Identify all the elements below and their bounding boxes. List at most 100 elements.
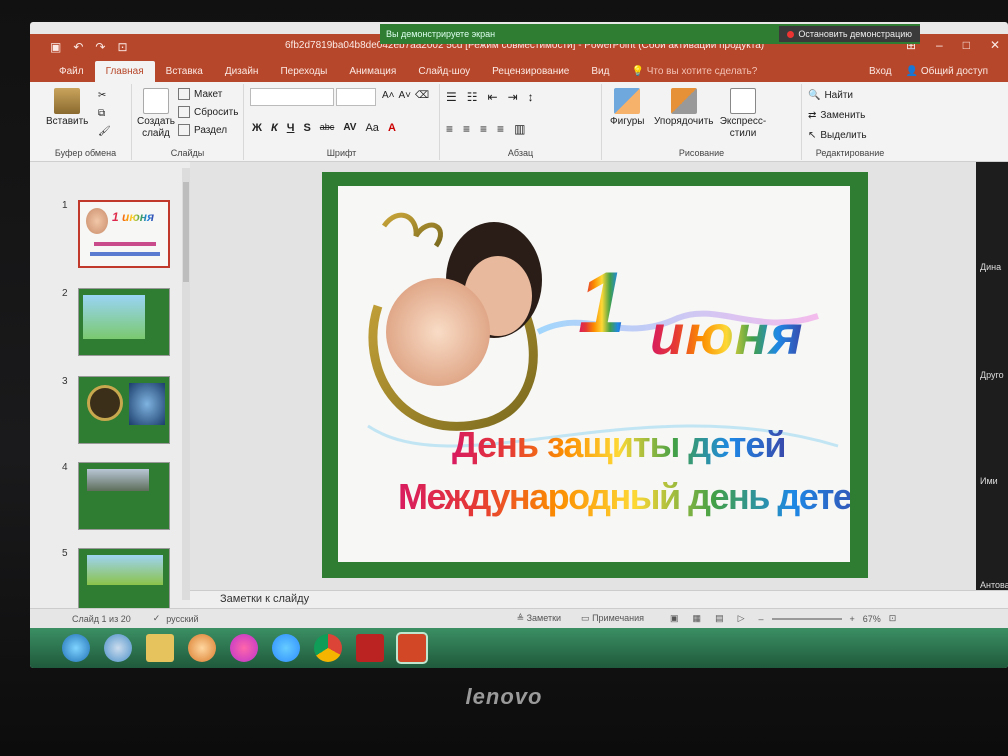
bullets-icon[interactable]: ☰ bbox=[446, 90, 457, 104]
layout-button[interactable]: Макет bbox=[178, 88, 222, 100]
shapes-button[interactable]: Фигуры bbox=[610, 88, 644, 128]
powerpoint-icon[interactable] bbox=[396, 632, 428, 664]
notes-pane[interactable]: Заметки к слайду bbox=[190, 590, 1008, 608]
increase-indent-icon[interactable]: ⇥ bbox=[508, 90, 518, 104]
participant-label[interactable]: Антова bbox=[980, 580, 1008, 590]
reset-button[interactable]: Сбросить bbox=[178, 106, 238, 118]
change-case-button[interactable]: Aa bbox=[365, 122, 378, 134]
numbering-icon[interactable]: ☷ bbox=[467, 90, 478, 104]
thumbnails-scrollbar[interactable] bbox=[182, 168, 190, 600]
tab-animations[interactable]: Анимация bbox=[338, 66, 407, 82]
tab-home[interactable]: Главная bbox=[94, 61, 155, 82]
current-slide[interactable]: 1 июня День защиты детей Международный д… bbox=[322, 172, 868, 578]
normal-view-icon[interactable]: ▣ bbox=[670, 613, 679, 624]
arrange-button[interactable]: Упорядочить bbox=[654, 88, 714, 128]
decrease-indent-icon[interactable]: ⇤ bbox=[488, 90, 498, 104]
zoom-in-icon[interactable]: + bbox=[850, 614, 855, 624]
copy-button[interactable]: ⧉ bbox=[98, 108, 105, 119]
replace-button[interactable]: ⇄ Заменить bbox=[808, 110, 865, 121]
spellcheck-icon[interactable]: ✓ bbox=[153, 613, 161, 624]
justify-icon[interactable]: ≡ bbox=[497, 122, 504, 136]
app-icon[interactable] bbox=[230, 634, 258, 662]
comments-toggle[interactable]: ▭ Примечания bbox=[581, 613, 644, 624]
tab-review[interactable]: Рецензирование bbox=[481, 66, 580, 82]
notes-toggle[interactable]: ≜ Заметки bbox=[517, 613, 561, 624]
minimize-icon[interactable]: – bbox=[936, 38, 943, 52]
section-icon bbox=[178, 124, 190, 136]
thumbnail-image bbox=[78, 376, 170, 444]
language-indicator[interactable]: русский bbox=[166, 614, 198, 624]
tab-view[interactable]: Вид bbox=[580, 66, 620, 82]
start-button-icon[interactable] bbox=[62, 634, 90, 662]
zoom-out-icon[interactable]: – bbox=[759, 614, 764, 624]
redo-icon[interactable]: ↷ bbox=[95, 40, 105, 54]
scissors-icon: ✂ bbox=[98, 90, 107, 101]
tab-design[interactable]: Дизайн bbox=[214, 66, 270, 82]
font-family-select[interactable] bbox=[250, 88, 334, 106]
italic-button[interactable]: К bbox=[271, 122, 278, 134]
align-right-icon[interactable]: ≡ bbox=[480, 122, 487, 136]
thumbnail-3[interactable]: 3 bbox=[30, 376, 180, 446]
paste-button[interactable]: Вставить bbox=[46, 88, 88, 128]
acrobat-icon[interactable] bbox=[356, 634, 384, 662]
thumbnail-2[interactable]: 2 bbox=[30, 288, 180, 358]
slides-group-label: Слайды bbox=[170, 148, 205, 158]
sorter-view-icon[interactable]: ▦ bbox=[693, 613, 702, 624]
file-explorer-icon[interactable] bbox=[146, 634, 174, 662]
font-size-select[interactable] bbox=[336, 88, 376, 106]
bold-button[interactable]: Ж bbox=[252, 122, 262, 134]
shrink-font-icon[interactable]: A˅ bbox=[399, 90, 412, 101]
strikethrough-button[interactable]: abc bbox=[320, 122, 335, 134]
grow-font-icon[interactable]: A˄ bbox=[382, 90, 395, 101]
reading-view-icon[interactable]: ▤ bbox=[715, 613, 724, 624]
scrollbar-thumb[interactable] bbox=[183, 182, 189, 282]
slideshow-view-icon[interactable]: ▷ bbox=[738, 613, 745, 624]
slide-editor: 1 июня День защиты детей Международный д… bbox=[190, 162, 1008, 590]
clear-format-icon[interactable]: ⌫ bbox=[415, 90, 429, 101]
columns-icon[interactable]: ▥ bbox=[514, 122, 525, 136]
cut-button[interactable]: ✂ bbox=[98, 90, 106, 101]
tab-slideshow[interactable]: Слайд-шоу bbox=[407, 66, 481, 82]
align-left-icon[interactable]: ≡ bbox=[446, 122, 453, 136]
select-button[interactable]: ↖ Выделить bbox=[808, 130, 867, 141]
close-icon[interactable]: ✕ bbox=[990, 38, 1000, 52]
thumb-title: 1 июня bbox=[112, 210, 155, 224]
quick-styles-button[interactable]: Экспресс-стили bbox=[718, 88, 768, 140]
new-slide-button[interactable]: Создать слайд bbox=[136, 88, 176, 140]
shadow-button[interactable]: S bbox=[303, 122, 310, 134]
maximize-icon[interactable]: □ bbox=[963, 38, 970, 52]
tab-insert[interactable]: Вставка bbox=[155, 66, 214, 82]
zoom-level[interactable]: 67% bbox=[863, 614, 881, 624]
share-button[interactable]: 👤 Общий доступ bbox=[906, 66, 988, 77]
find-button[interactable]: 🔍 Найти bbox=[808, 90, 853, 101]
zoom-app-icon[interactable] bbox=[272, 634, 300, 662]
line-spacing-icon[interactable]: ↕ bbox=[528, 90, 534, 104]
save-icon[interactable]: ▣ bbox=[50, 40, 61, 54]
tell-me-search[interactable]: 💡 Что вы хотите сделать? bbox=[620, 66, 768, 82]
participant-label[interactable]: Друго bbox=[980, 370, 1004, 380]
internet-explorer-icon[interactable] bbox=[104, 634, 132, 662]
spacing-button[interactable]: AV bbox=[343, 122, 356, 134]
underline-button[interactable]: Ч bbox=[287, 122, 295, 134]
thumbnail-4[interactable]: 4 bbox=[30, 462, 180, 532]
section-button[interactable]: Раздел bbox=[178, 124, 227, 136]
format-painter-button[interactable]: 🖌 bbox=[98, 126, 111, 137]
font-color-button[interactable]: A bbox=[388, 122, 396, 134]
tab-transitions[interactable]: Переходы bbox=[269, 66, 338, 82]
list-buttons: ☰ ☷ ⇤ ⇥ ↕ bbox=[446, 90, 534, 104]
sign-in-link[interactable]: Вход bbox=[869, 66, 892, 77]
thumbnail-1[interactable]: 1 1 июня bbox=[30, 200, 180, 270]
media-player-icon[interactable] bbox=[188, 634, 216, 662]
find-icon: 🔍 bbox=[808, 90, 821, 101]
start-slideshow-icon[interactable]: ⊡ bbox=[117, 40, 127, 54]
stop-share-button[interactable]: Остановить демонстрацию bbox=[779, 26, 920, 42]
tab-file[interactable]: Файл bbox=[48, 66, 95, 82]
participant-label[interactable]: Ими bbox=[980, 476, 998, 486]
fit-slide-icon[interactable]: ⊡ bbox=[889, 613, 897, 624]
align-center-icon[interactable]: ≡ bbox=[463, 122, 470, 136]
undo-icon[interactable]: ↶ bbox=[73, 40, 83, 54]
zoom-slider[interactable] bbox=[771, 617, 842, 620]
participant-label[interactable]: Дина bbox=[980, 262, 1001, 272]
chrome-icon[interactable] bbox=[314, 634, 342, 662]
font-group-label: Шрифт bbox=[326, 148, 357, 158]
